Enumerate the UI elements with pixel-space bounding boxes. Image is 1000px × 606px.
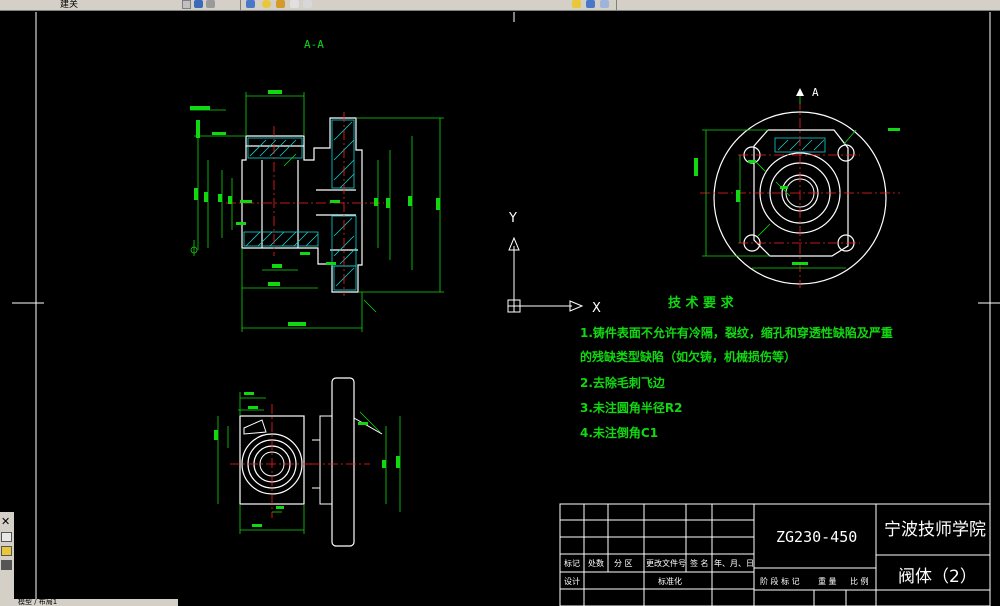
toolbar-separator (614, 0, 617, 10)
sun-icon[interactable] (262, 0, 271, 8)
section-label: A-A (304, 38, 324, 51)
rev-header-date: 年、月、日 (714, 559, 754, 568)
ucs-y-label: Y (508, 211, 517, 226)
tech-req-item: 3.未注圆角半径R2 (580, 401, 683, 415)
stage-header-mark: 阶 段 标 记 (760, 577, 800, 586)
toolbar-separator (234, 0, 241, 10)
lock-icon[interactable] (276, 0, 285, 8)
close-icon[interactable]: ✕ (1, 515, 10, 528)
school-name: 宁波技师学院 (884, 520, 986, 540)
palette-icon[interactable] (1, 546, 12, 556)
stage-header-scale: 比 例 (850, 577, 869, 586)
drawing-border (12, 12, 1000, 606)
stage-header-weight: 重 量 (818, 577, 837, 586)
palette-icon[interactable] (1, 560, 12, 570)
row-label-standard: 标准化 (658, 577, 682, 586)
cube-icon[interactable] (246, 0, 255, 8)
layer-state-icon[interactable] (290, 0, 299, 8)
side-view-body (310, 377, 401, 547)
view-marker: A (812, 86, 819, 99)
material-label: ZG230-450 (776, 528, 858, 546)
part-name: 阀体（2） (898, 567, 977, 587)
tech-req-item: 4.未注倒角C1 (580, 426, 659, 440)
color-icon[interactable] (303, 0, 312, 8)
rev-header-count: 处数 (588, 559, 604, 568)
rev-header-zone: 分 区 (614, 559, 633, 568)
layer-dropdown-icon[interactable] (182, 0, 191, 9)
layout-tabs[interactable]: 模型 / 布局1 (14, 599, 178, 606)
rev-header-sign: 签 名 (690, 559, 709, 568)
top-view-body (214, 392, 314, 534)
tech-req-title: 技 术 要 求 (668, 296, 734, 311)
cube-icon[interactable] (600, 0, 609, 8)
match-icon[interactable] (572, 0, 581, 8)
drawing-canvas[interactable]: A-A A Y X (0, 11, 1000, 606)
tech-req-item: 2.去除毛刺飞边 (580, 376, 665, 390)
ucs-icon (507, 236, 584, 313)
properties-icon[interactable] (194, 0, 203, 8)
rev-header-doc: 更改文件号 (646, 559, 686, 568)
palette-icon[interactable] (1, 532, 12, 542)
side-tool-palette: ✕ (0, 512, 14, 606)
ucs-x-label: X (592, 301, 601, 316)
rev-header-mark: 标记 (564, 559, 580, 568)
layer-icon[interactable] (206, 0, 215, 8)
layer-toolbar: 建关 (0, 0, 1000, 11)
tech-req-item: 的残缺类型缺陷（如欠铸，机械损伤等） (580, 350, 797, 364)
toolbar-text-fragment: 建关 (60, 0, 79, 10)
section-view-a-a (190, 90, 444, 332)
row-label-design: 设计 (564, 577, 580, 586)
linetype-icon[interactable] (586, 0, 595, 8)
tech-req-item: 1.铸件表面不允许有冷隔，裂纹，缩孔和穿透性缺陷及严重 (580, 326, 893, 340)
front-view-flange (694, 88, 900, 288)
